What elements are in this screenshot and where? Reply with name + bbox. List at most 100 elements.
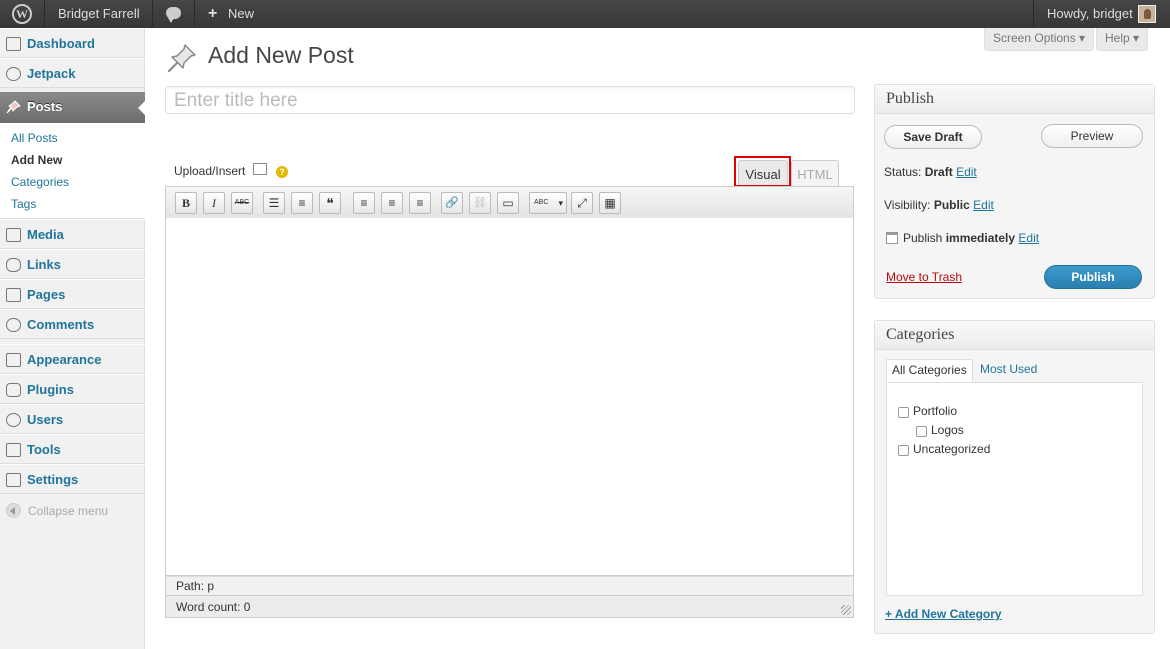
word-count: Word count: 0 [176, 600, 251, 614]
editor-content-area[interactable] [165, 218, 854, 576]
menu-item-links[interactable]: Links [0, 249, 145, 279]
insert-link-button[interactable]: 🔗 [441, 192, 463, 214]
menu-item-label: Dashboard [27, 36, 95, 51]
numbered-list-button[interactable]: ≡ [291, 192, 313, 214]
tools-icon [6, 443, 21, 457]
submenu-categories[interactable]: Categories [11, 175, 69, 189]
pushpin-icon [166, 42, 198, 74]
menu-item-posts[interactable]: Posts [0, 92, 146, 123]
avatar[interactable] [1138, 5, 1156, 23]
path-label: Path: [176, 579, 205, 593]
menu-item-label: Jetpack [27, 66, 76, 81]
settings-icon [6, 473, 21, 487]
comments-bubble-icon[interactable] [166, 7, 181, 23]
add-media-icon[interactable] [253, 163, 267, 175]
tab-most-used[interactable]: Most Used [975, 359, 1042, 382]
plus-icon[interactable]: + [208, 0, 217, 28]
checkbox-uncategorized[interactable] [898, 445, 909, 456]
spellcheck-label: ABC [534, 199, 549, 206]
media-icon [6, 228, 21, 242]
resize-handle-icon[interactable] [841, 605, 851, 615]
admin-bar-separator [152, 0, 153, 28]
howdy-account-link[interactable]: Howdy, bridget [1047, 0, 1133, 28]
kitchen-sink-button[interactable]: ▦ [599, 192, 621, 214]
menu-item-appearance[interactable]: Appearance [0, 344, 145, 374]
align-right-button[interactable]: ≡ [409, 192, 431, 214]
menu-item-label: Plugins [27, 382, 74, 397]
add-new-category-link[interactable]: + Add New Category [885, 607, 1002, 621]
word-count-bar: Word count: 0 [165, 596, 854, 618]
edit-visibility-link[interactable]: Edit [973, 198, 994, 212]
menu-item-settings[interactable]: Settings [0, 464, 145, 494]
preview-button[interactable]: Preview [1041, 124, 1143, 148]
edit-status-link[interactable]: Edit [956, 165, 977, 179]
checkbox-logos[interactable] [916, 426, 927, 437]
help-button[interactable]: Help ▾ [1096, 28, 1149, 51]
collapse-arrow-icon [6, 503, 21, 518]
submenu-all-posts[interactable]: All Posts [11, 131, 58, 145]
category-label: Uncategorized [913, 442, 991, 456]
appearance-icon [6, 353, 21, 367]
bold-button[interactable]: B [175, 192, 197, 214]
bullet-list-button[interactable]: ☰ [263, 192, 285, 214]
save-draft-button[interactable]: Save Draft [884, 125, 982, 149]
menu-item-label: Pages [27, 287, 66, 302]
align-left-button[interactable]: ≡ [353, 192, 375, 214]
menu-item-label: Tools [27, 442, 61, 457]
page-title: Add New Post [208, 42, 354, 68]
publish-heading: Publish [875, 85, 1154, 114]
menu-item-dashboard[interactable]: Dashboard [0, 28, 145, 58]
site-name-link[interactable]: Bridget Farrell [58, 0, 140, 28]
upload-insert-label: Upload/Insert [174, 164, 246, 178]
menu-item-label: Media [27, 227, 64, 242]
status-label: Status: [884, 165, 922, 179]
move-to-trash-link[interactable]: Move to Trash [886, 270, 962, 284]
editor-toolbar: B I ABC ☰ ≡ ❝ ≡ ≡ ≡ 🔗 ⛓ ▭ ABC ▾ ⤢ ▦ [165, 186, 854, 219]
publish-time-row: Publish immediately Edit [903, 231, 1039, 245]
menu-item-label: Comments [27, 317, 95, 332]
menu-item-plugins[interactable]: Plugins [0, 374, 145, 404]
users-icon [6, 413, 21, 427]
italic-button[interactable]: I [203, 192, 225, 214]
publish-time-label: Publish [903, 231, 943, 245]
screen-options-button[interactable]: Screen Options ▾ [984, 28, 1095, 51]
edit-publish-time-link[interactable]: Edit [1018, 231, 1039, 245]
spellcheck-button[interactable]: ABC ▾ [529, 192, 567, 214]
menu-item-users[interactable]: Users [0, 404, 145, 434]
blockquote-button[interactable]: ❝ [319, 192, 341, 214]
path-value[interactable]: p [207, 579, 214, 593]
tab-html[interactable]: HTML [791, 160, 839, 187]
calendar-icon [886, 232, 898, 244]
align-center-button[interactable]: ≡ [381, 192, 403, 214]
wordpress-logo-icon[interactable]: W [12, 4, 32, 24]
post-title-input[interactable]: Enter title here [165, 86, 855, 114]
strikethrough-button[interactable]: ABC [231, 192, 253, 214]
fullscreen-button[interactable]: ⤢ [571, 192, 593, 214]
checkbox-portfolio[interactable] [898, 407, 909, 418]
category-label: Logos [931, 423, 964, 437]
menu-item-label: Users [27, 412, 64, 427]
dashboard-icon [6, 37, 21, 51]
posts-submenu: All Posts Add New Categories Tags [0, 123, 145, 219]
jetpack-icon [6, 67, 21, 81]
menu-item-comments[interactable]: Comments [0, 309, 145, 339]
menu-item-label: Settings [27, 472, 79, 487]
tab-visual[interactable]: Visual [738, 160, 788, 187]
editor-path-bar: Path: p [165, 576, 854, 596]
comments-icon [6, 318, 21, 332]
help-icon[interactable]: ? [276, 166, 288, 178]
menu-item-tools[interactable]: Tools [0, 434, 145, 464]
publish-button[interactable]: Publish [1044, 265, 1142, 289]
new-content-link[interactable]: New [228, 0, 254, 28]
tab-all-categories[interactable]: All Categories [886, 359, 973, 382]
menu-item-media[interactable]: Media [0, 219, 145, 249]
menu-item-jetpack[interactable]: Jetpack [0, 58, 145, 88]
links-icon [6, 258, 21, 272]
pin-icon [6, 100, 21, 114]
menu-item-pages[interactable]: Pages [0, 279, 145, 309]
insert-more-button[interactable]: ▭ [497, 192, 519, 214]
unlink-button[interactable]: ⛓ [469, 192, 491, 214]
submenu-tags[interactable]: Tags [11, 197, 36, 211]
submenu-add-new[interactable]: Add New [11, 153, 62, 167]
visibility-label: Visibility: [884, 198, 931, 212]
